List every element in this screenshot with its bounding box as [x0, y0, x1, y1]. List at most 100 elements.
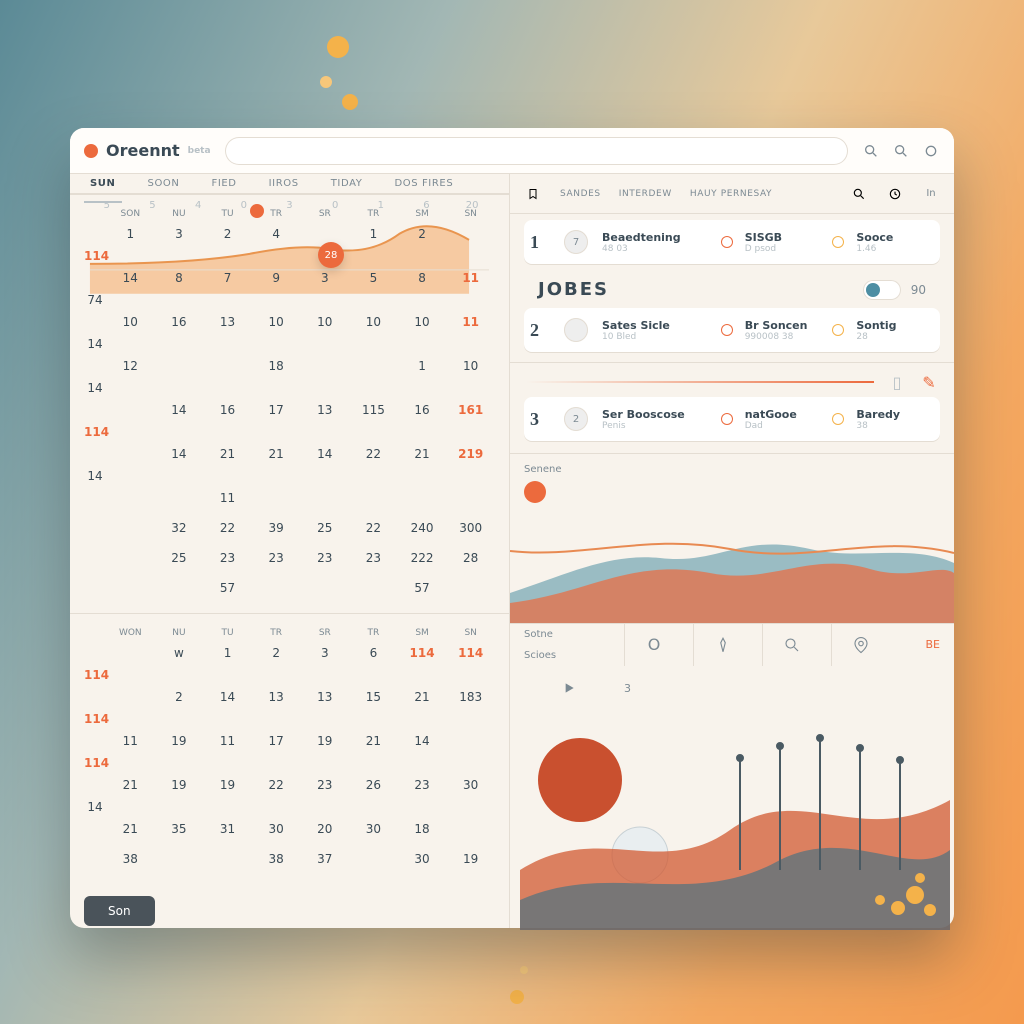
- cal-cell[interactable]: 21: [398, 443, 447, 465]
- cal-cell[interactable]: 12: [106, 355, 155, 377]
- cal-cell[interactable]: 1: [203, 642, 252, 664]
- cal-cell[interactable]: 14: [84, 333, 106, 355]
- cal-cell[interactable]: [84, 649, 106, 657]
- cal-cell[interactable]: 38: [252, 848, 301, 870]
- footer-play-icon[interactable]: [524, 676, 614, 702]
- cal-cell[interactable]: [106, 450, 155, 458]
- cal-cell[interactable]: 114: [398, 642, 447, 664]
- cal-cell[interactable]: 16: [398, 399, 447, 421]
- cal-cell[interactable]: 10: [349, 311, 398, 333]
- cal-cell[interactable]: [155, 362, 204, 370]
- cal-cell[interactable]: 30: [349, 818, 398, 840]
- cal-cell[interactable]: 13: [301, 399, 350, 421]
- bookmark-icon[interactable]: ▯: [888, 373, 906, 391]
- cal-cell[interactable]: 7: [203, 267, 252, 289]
- cal-cell[interactable]: 38: [106, 848, 155, 870]
- tab-interview[interactable]: INTERDEW: [619, 189, 672, 199]
- cal-cell[interactable]: 18: [252, 355, 301, 377]
- cal-cell[interactable]: 3: [301, 267, 350, 289]
- cal-cell[interactable]: 23: [203, 547, 252, 569]
- cal-cell[interactable]: [106, 406, 155, 414]
- cal-cell[interactable]: 14: [155, 399, 204, 421]
- cal-cell[interactable]: 21: [252, 443, 301, 465]
- cal-cell[interactable]: [84, 870, 106, 878]
- cal-cell[interactable]: [84, 509, 106, 517]
- cal-cell[interactable]: 37: [301, 848, 350, 870]
- cal-cell[interactable]: [84, 781, 106, 789]
- cal-cell[interactable]: [84, 599, 106, 607]
- cal-cell[interactable]: 30: [398, 848, 447, 870]
- cal-cell[interactable]: 30: [446, 774, 495, 796]
- cal-cell[interactable]: [84, 569, 106, 577]
- cal-cell[interactable]: 2: [155, 686, 204, 708]
- cal-cell[interactable]: 8: [155, 267, 204, 289]
- cal-cell[interactable]: w: [155, 642, 204, 664]
- cal-cell[interactable]: 14: [203, 686, 252, 708]
- cal-cell[interactable]: [84, 584, 106, 592]
- cal-cell[interactable]: 11: [203, 487, 252, 509]
- menu-icon[interactable]: In: [922, 185, 940, 203]
- cal-cell[interactable]: [398, 494, 447, 502]
- cal-cell[interactable]: 10: [106, 311, 155, 333]
- cal-cell[interactable]: [155, 494, 204, 502]
- cal-cell[interactable]: 23: [252, 547, 301, 569]
- cal-cell[interactable]: 22: [349, 443, 398, 465]
- edit-icon[interactable]: ✎: [920, 373, 938, 391]
- cal-cell[interactable]: 222: [398, 547, 447, 569]
- job-row[interactable]: 2 Sates Sicle10 Bled Br Soncen990008 38 …: [524, 308, 940, 352]
- cal-cell[interactable]: 14: [398, 730, 447, 752]
- footer-nav-icon[interactable]: [693, 624, 752, 666]
- cal-cell[interactable]: 2: [203, 223, 252, 245]
- cal-cell[interactable]: 23: [301, 774, 350, 796]
- spark-highlight[interactable]: 28: [318, 242, 344, 268]
- cal-cell[interactable]: [84, 318, 106, 326]
- save-button[interactable]: Son: [84, 896, 155, 926]
- tab-sun[interactable]: SUN: [84, 174, 122, 193]
- cal-cell[interactable]: 11: [203, 730, 252, 752]
- tab-soon[interactable]: SOON: [142, 174, 186, 193]
- cal-cell[interactable]: [203, 362, 252, 370]
- cal-cell[interactable]: 3: [301, 642, 350, 664]
- cal-cell[interactable]: [203, 855, 252, 863]
- cal-cell[interactable]: 9: [252, 267, 301, 289]
- tab-wednesday[interactable]: HAUY PERNESAY: [690, 189, 772, 199]
- cal-cell[interactable]: 10: [252, 311, 301, 333]
- cal-cell[interactable]: [252, 584, 301, 592]
- cal-cell[interactable]: [349, 855, 398, 863]
- wave-knob[interactable]: [524, 481, 546, 503]
- cal-cell[interactable]: 16: [155, 311, 204, 333]
- cal-cell[interactable]: 22: [252, 774, 301, 796]
- cal-cell[interactable]: 2: [252, 642, 301, 664]
- cal-cell[interactable]: [106, 649, 155, 657]
- cal-cell[interactable]: [349, 362, 398, 370]
- cal-cell[interactable]: [84, 450, 106, 458]
- cal-cell[interactable]: [84, 524, 106, 532]
- cal-cell[interactable]: 19: [155, 774, 204, 796]
- cal-cell[interactable]: 240: [398, 517, 447, 539]
- search-input[interactable]: [225, 137, 848, 165]
- cal-cell[interactable]: 23: [349, 547, 398, 569]
- cal-cell[interactable]: 161: [446, 399, 495, 421]
- footer-search-icon[interactable]: [762, 624, 821, 666]
- cal-cell[interactable]: 14: [84, 796, 106, 818]
- cal-cell[interactable]: 20: [301, 818, 350, 840]
- tab-tiday[interactable]: TIDAY: [325, 174, 369, 193]
- bookmark-icon[interactable]: [524, 185, 542, 203]
- cal-cell[interactable]: 17: [252, 399, 301, 421]
- cal-cell[interactable]: 21: [398, 686, 447, 708]
- cal-cell[interactable]: [155, 584, 204, 592]
- cal-cell[interactable]: [106, 554, 155, 562]
- cal-cell[interactable]: 23: [398, 774, 447, 796]
- cal-cell[interactable]: 114: [446, 642, 495, 664]
- cal-cell[interactable]: 23: [301, 547, 350, 569]
- cal-cell[interactable]: [84, 230, 106, 238]
- cal-cell[interactable]: 21: [349, 730, 398, 752]
- cal-cell[interactable]: [106, 494, 155, 502]
- cal-cell[interactable]: 14: [301, 443, 350, 465]
- cal-cell[interactable]: 114: [84, 664, 106, 686]
- cal-cell[interactable]: 19: [203, 774, 252, 796]
- cal-cell[interactable]: 13: [301, 686, 350, 708]
- cal-cell[interactable]: 30: [252, 818, 301, 840]
- cal-cell[interactable]: 219: [446, 443, 495, 465]
- cal-cell[interactable]: 2: [398, 223, 447, 245]
